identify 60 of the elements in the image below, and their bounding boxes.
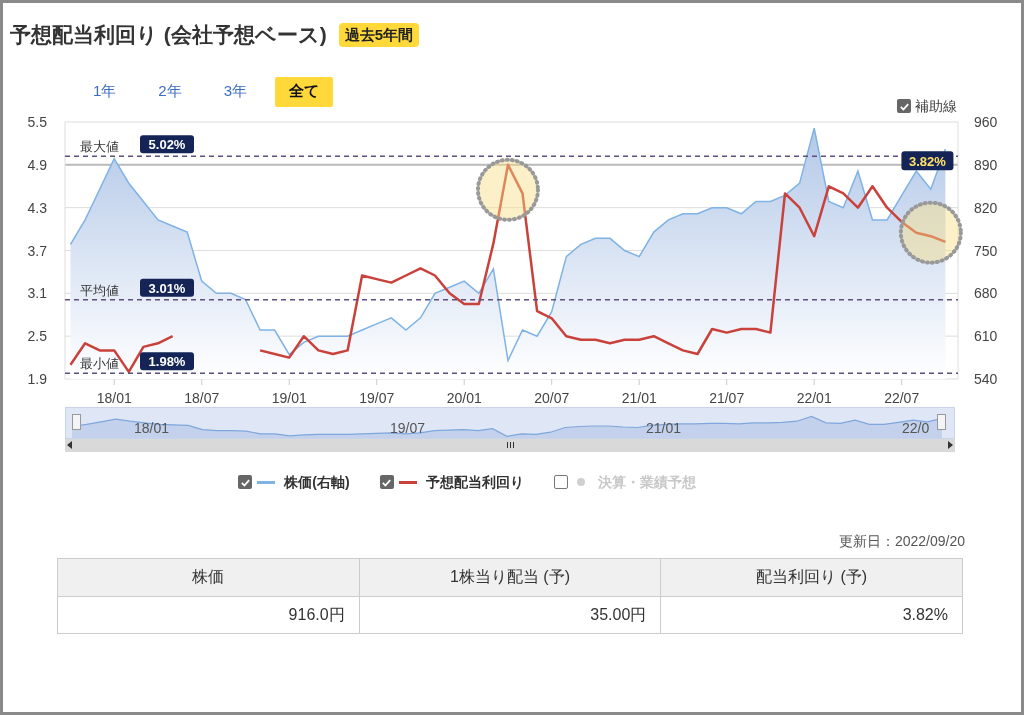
range-button[interactable]: 3年	[209, 76, 262, 107]
axis-label: 1.9	[27, 370, 47, 387]
axis-label: 820	[974, 199, 998, 216]
axis-label: 3.1	[27, 284, 47, 301]
checkbox[interactable]	[379, 475, 394, 489]
current-value-badge: 3.82%	[901, 150, 954, 170]
page-title: 予想配当利回り (会社予想ベース)	[10, 22, 327, 48]
axis-label: 18/01	[96, 389, 132, 406]
navigator-label: 18/01	[134, 419, 171, 436]
axis-label: 4.9	[27, 156, 47, 173]
updated-date: 更新日：2022/09/20	[838, 531, 965, 551]
axis-label: 21/01	[621, 389, 657, 406]
navigator-label: 22/0	[902, 419, 930, 436]
axis-label: 5.5	[27, 113, 47, 130]
value-badge: 5.02%	[140, 134, 194, 153]
legend-label[interactable]: 株価(右軸)	[284, 471, 350, 493]
reference-label: 最小値	[80, 355, 119, 371]
range-handle[interactable]	[937, 413, 946, 430]
axis-label: 19/07	[359, 389, 395, 406]
axis-label: 22/07	[884, 389, 920, 406]
axis-label: 610	[974, 327, 998, 344]
axis-label: 540	[974, 370, 998, 387]
axis-label: 750	[974, 242, 998, 258]
grip-icon	[506, 442, 514, 448]
guide-toggle-label: 補助線	[915, 96, 957, 116]
axis-label: 3.7	[27, 242, 47, 258]
column-header: 1株当り配当 (予)	[359, 558, 661, 596]
reference-label: 最大値	[80, 138, 119, 154]
right-arrow-icon[interactable]	[947, 441, 953, 449]
navigator-window[interactable]: 18/01 19/07 21/01 22/0	[65, 406, 955, 439]
axis-label: 22/01	[796, 389, 832, 406]
axis-label: 680	[974, 284, 998, 301]
checkbox[interactable]	[897, 99, 911, 113]
axis-label: 960	[974, 113, 998, 130]
left-arrow-icon[interactable]	[67, 441, 73, 449]
axis-label: 19/01	[271, 389, 307, 406]
axis-label: 2.5	[27, 327, 47, 344]
axis-label: 20/01	[446, 389, 482, 406]
range-button[interactable]: 全て	[275, 76, 334, 107]
period-badge: 過去5年間	[338, 22, 420, 47]
range-handle[interactable]	[72, 413, 81, 430]
table-cell: 3.82%	[660, 596, 963, 633]
column-header: 配当利回り (予)	[660, 558, 963, 596]
column-header: 株価	[57, 558, 360, 596]
highlight-circle	[898, 200, 963, 265]
highlight-circle	[475, 157, 540, 222]
navigator-label: 21/01	[646, 419, 683, 436]
reference-label: 平均値	[80, 282, 119, 298]
axis-label: 18/07	[184, 389, 220, 406]
table-cell: 916.0円	[57, 596, 360, 633]
axis-label: 20/07	[534, 389, 570, 406]
table-cell: 35.00円	[359, 596, 661, 633]
axis-label: 4.3	[27, 199, 47, 216]
legend-label[interactable]: 予想配当利回り	[425, 471, 524, 493]
checkbox[interactable]	[238, 475, 253, 489]
range-button[interactable]: 2年	[144, 76, 196, 107]
axis-label: 21/07	[709, 389, 745, 406]
navigator-label: 19/07	[390, 419, 427, 436]
range-button[interactable]: 1年	[79, 76, 131, 107]
axis-label: 890	[974, 156, 998, 173]
